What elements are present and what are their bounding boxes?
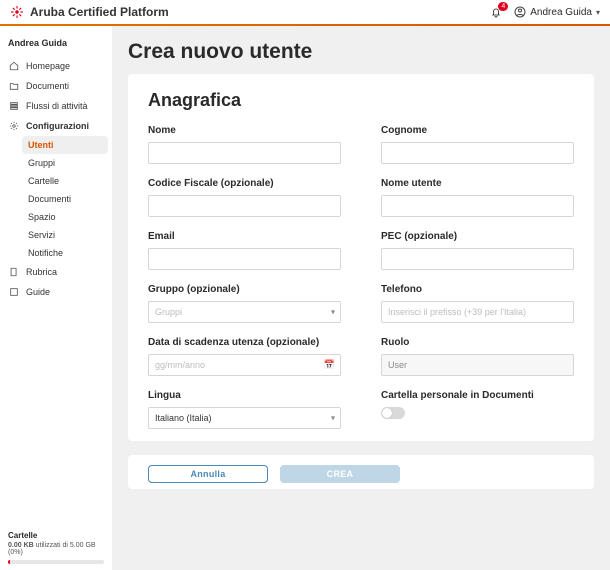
subnav-spazio[interactable]: Spazio: [22, 208, 108, 226]
notification-badge: 4: [498, 2, 508, 11]
sidebar-user-name: Andrea Guida: [4, 34, 108, 56]
sidebar-item-documenti[interactable]: Documenti: [4, 76, 108, 96]
form-card: Anagrafica Nome Cognome Codice Fiscale (…: [128, 74, 594, 441]
label-ruolo: Ruolo: [381, 337, 574, 348]
label-email: Email: [148, 231, 341, 242]
sidebar-item-guide[interactable]: Guide: [4, 282, 108, 302]
book-icon: [8, 266, 20, 278]
user-icon: [514, 6, 526, 18]
user-menu[interactable]: Andrea Guida ▾: [514, 6, 600, 18]
label-gruppo: Gruppo (opzionale): [148, 284, 341, 295]
label-lingua: Lingua: [148, 390, 341, 401]
subnav-utenti[interactable]: Utenti: [22, 136, 108, 154]
input-email[interactable]: [148, 248, 341, 270]
primary-nav: Homepage Documenti Flussi di attività Co…: [4, 56, 108, 302]
activity-icon: [8, 100, 20, 112]
sidebar-item-label: Documenti: [26, 81, 69, 91]
section-title: Anagrafica: [148, 90, 574, 111]
input-cf[interactable]: [148, 195, 341, 217]
storage-heading: Cartelle: [4, 529, 108, 542]
top-bar: Aruba Certified Platform 4 Andrea Guida …: [0, 0, 610, 24]
brand-logo-icon: [10, 5, 24, 19]
subnav-cartelle[interactable]: Cartelle: [22, 172, 108, 190]
label-cf: Codice Fiscale (opzionale): [148, 178, 341, 189]
subnav-notifiche[interactable]: Notifiche: [22, 244, 108, 262]
label-cognome: Cognome: [381, 125, 574, 136]
label-pec: PEC (opzionale): [381, 231, 574, 242]
storage-text: 0.00 KB utilizzati di 5.00 GB (0%): [4, 542, 108, 560]
input-nome[interactable]: [148, 142, 341, 164]
storage-progress: [8, 560, 104, 564]
cancel-button[interactable]: Annulla: [148, 465, 268, 483]
input-cognome[interactable]: [381, 142, 574, 164]
label-nome: Nome: [148, 125, 341, 136]
sidebar-item-label: Rubrica: [26, 267, 57, 277]
sidebar-item-configurazioni[interactable]: Configurazioni: [4, 116, 108, 136]
document-icon: [8, 80, 20, 92]
subnav-documenti[interactable]: Documenti: [22, 190, 108, 208]
select-lingua[interactable]: [148, 407, 341, 429]
sidebar-item-rubrica[interactable]: Rubrica: [4, 262, 108, 282]
page-title: Crea nuovo utente: [128, 40, 594, 64]
user-name: Andrea Guida: [530, 7, 592, 18]
sidebar-item-label: Configurazioni: [26, 121, 89, 131]
toggle-cartella-personale[interactable]: [381, 407, 405, 419]
sidebar-item-label: Flussi di attività: [26, 101, 88, 111]
guide-icon: [8, 286, 20, 298]
sidebar-item-label: Homepage: [26, 61, 70, 71]
brand-title: Aruba Certified Platform: [30, 5, 169, 19]
label-nome-utente: Nome utente: [381, 178, 574, 189]
input-ruolo: [381, 354, 574, 376]
input-nome-utente[interactable]: [381, 195, 574, 217]
sidebar: Andrea Guida Homepage Documenti Flussi d…: [0, 26, 112, 570]
form-actions: Annulla CREA: [128, 455, 594, 489]
main-content: Crea nuovo utente Anagrafica Nome Cognom…: [112, 26, 610, 570]
label-telefono: Telefono: [381, 284, 574, 295]
sidebar-item-homepage[interactable]: Homepage: [4, 56, 108, 76]
brand: Aruba Certified Platform: [10, 5, 169, 19]
config-subnav: Utenti Gruppi Cartelle Documenti Spazio …: [22, 136, 108, 262]
label-cartella-personale: Cartella personale in Documenti: [381, 390, 574, 401]
label-data-scadenza: Data di scadenza utenza (opzionale): [148, 337, 341, 348]
home-icon: [8, 60, 20, 72]
gear-icon: [8, 120, 20, 132]
input-data-scadenza[interactable]: [148, 354, 341, 376]
sidebar-item-flussi[interactable]: Flussi di attività: [4, 96, 108, 116]
notifications-button[interactable]: 4: [490, 6, 502, 18]
select-gruppo[interactable]: [148, 301, 341, 323]
input-pec[interactable]: [381, 248, 574, 270]
subnav-servizi[interactable]: Servizi: [22, 226, 108, 244]
subnav-gruppi[interactable]: Gruppi: [22, 154, 108, 172]
create-button[interactable]: CREA: [280, 465, 400, 483]
input-telefono[interactable]: [381, 301, 574, 323]
chevron-down-icon: ▾: [596, 8, 600, 17]
sidebar-item-label: Guide: [26, 287, 50, 297]
